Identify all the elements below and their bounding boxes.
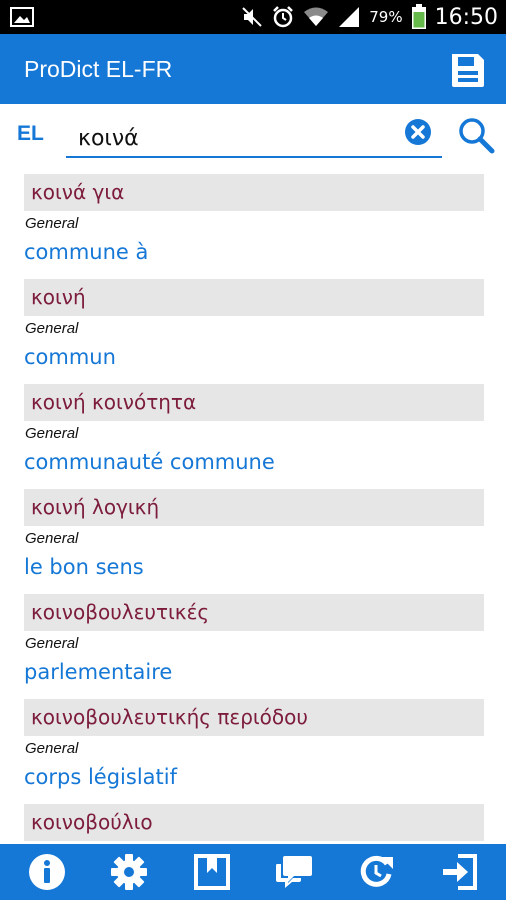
- category-label: General: [25, 740, 79, 757]
- list-item[interactable]: κοινοβουλευτικής περιόδου General corps …: [24, 699, 484, 804]
- image-icon: [10, 7, 34, 27]
- headword: κοινοβούλιο: [24, 804, 484, 841]
- exit-icon: [442, 854, 477, 890]
- headword: κοινή: [24, 279, 484, 316]
- search-icon[interactable]: [457, 116, 495, 154]
- refresh-button[interactable]: [354, 850, 398, 894]
- list-item[interactable]: κοινοβουλευτικές General parlementaire: [24, 594, 484, 699]
- chat-icon: [276, 856, 313, 888]
- list-item[interactable]: κοινά για General commune à: [24, 174, 484, 279]
- translation: commun: [24, 345, 116, 369]
- translation: communauté commune: [24, 450, 275, 474]
- app-title: ProDict EL-FR: [24, 56, 173, 82]
- alarm-icon: [273, 6, 294, 28]
- bookmark-button[interactable]: [190, 850, 234, 894]
- headword: κοινοβουλευτικές: [24, 594, 484, 631]
- list-item[interactable]: κοινή λογική General le bon sens: [24, 489, 484, 594]
- list-item[interactable]: κοινή κοινότητα General communauté commu…: [24, 384, 484, 489]
- translation: commune à: [24, 240, 149, 264]
- language-selector[interactable]: EL: [17, 122, 44, 146]
- list-item[interactable]: κοινή General commun: [24, 279, 484, 384]
- search-row: EL: [0, 104, 506, 168]
- category-label: General: [25, 635, 79, 652]
- search-input[interactable]: [66, 114, 442, 158]
- category-label: General: [25, 425, 79, 442]
- save-icon[interactable]: [448, 51, 488, 89]
- app-bar: ProDict EL-FR: [0, 34, 506, 104]
- battery-percent: 79%: [369, 8, 403, 26]
- results-list: κοινά για General commune à κοινή Genera…: [24, 174, 484, 844]
- chat-button[interactable]: [272, 850, 316, 894]
- translation: parlementaire: [24, 660, 173, 684]
- category-label: General: [25, 530, 79, 547]
- category-label: General: [25, 215, 79, 232]
- bottom-toolbar: [0, 844, 506, 900]
- list-item[interactable]: κοινοβούλιο: [24, 804, 484, 841]
- status-bar: 79% 16:50: [0, 0, 506, 34]
- translation: corps législatif: [24, 765, 177, 789]
- headword: κοινά για: [24, 174, 484, 211]
- headword: κοινή λογική: [24, 489, 484, 526]
- info-button[interactable]: [25, 850, 69, 894]
- signal-icon: [339, 7, 360, 27]
- settings-button[interactable]: [107, 850, 151, 894]
- bookmark-icon: [193, 854, 230, 890]
- clear-icon[interactable]: [404, 118, 432, 146]
- wifi-icon: [304, 7, 329, 26]
- battery-icon: [411, 4, 426, 29]
- category-label: General: [25, 320, 79, 337]
- headword: κοινή κοινότητα: [24, 384, 484, 421]
- exit-button[interactable]: [437, 850, 481, 894]
- clock: 16:50: [434, 4, 498, 30]
- settings-icon: [111, 854, 148, 890]
- refresh-icon: [361, 855, 394, 887]
- translation: le bon sens: [24, 555, 144, 579]
- mute-icon: [242, 7, 262, 27]
- info-icon: [29, 854, 66, 890]
- headword: κοινοβουλευτικής περιόδου: [24, 699, 484, 736]
